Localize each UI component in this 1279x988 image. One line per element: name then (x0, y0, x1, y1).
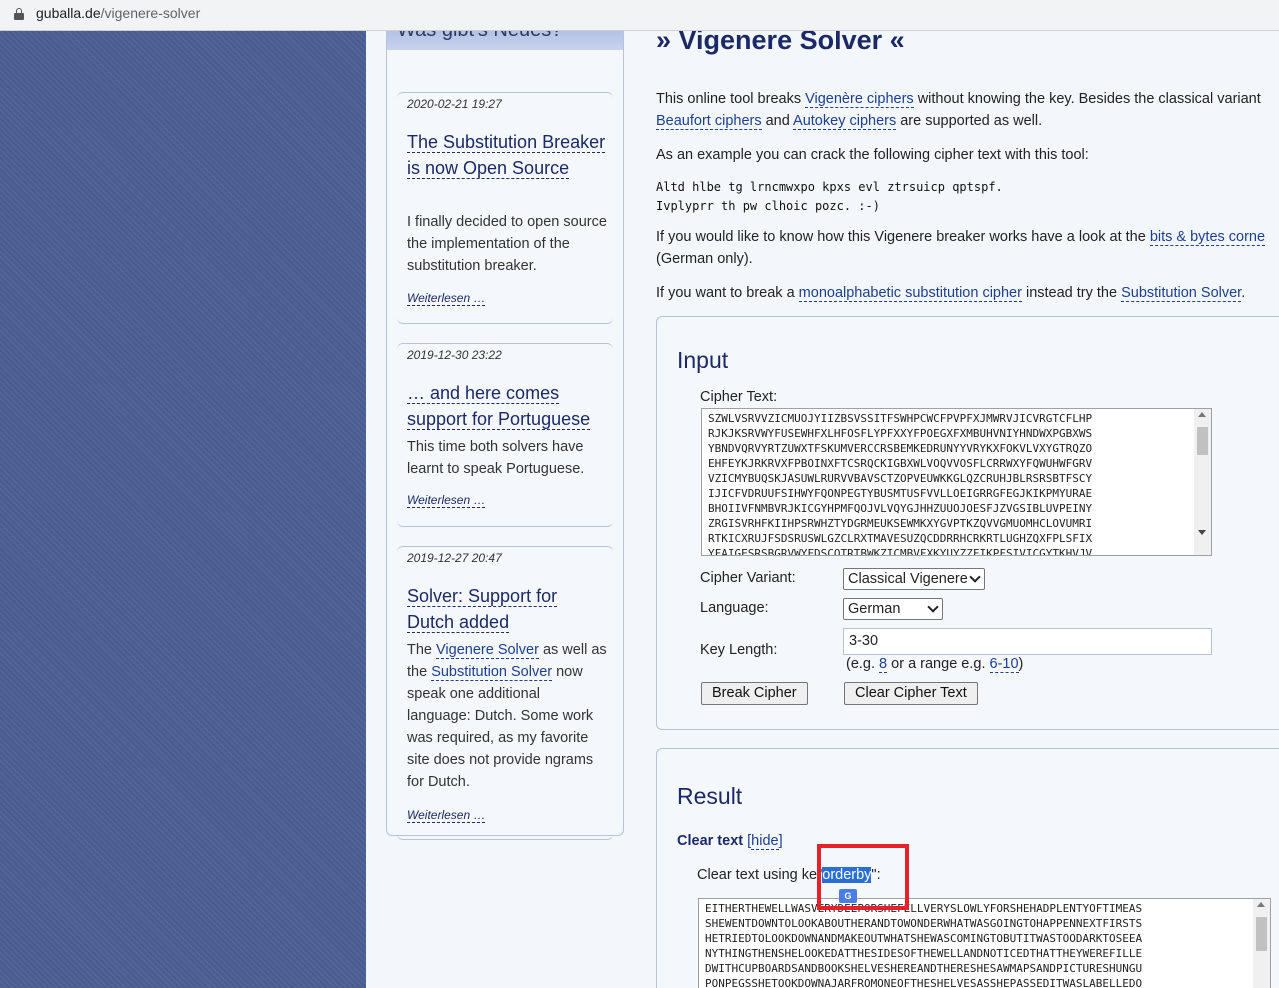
news-body: I finally decided to open source the imp… (407, 214, 607, 274)
read-more-link[interactable]: Weiterlesen … (407, 291, 486, 306)
news-item: 2019-12-30 23:22 … and here comes suppor… (397, 343, 613, 527)
news-title[interactable]: The Substitution Breaker is now Open Sou… (407, 129, 607, 181)
scroll-down-icon[interactable] (1198, 530, 1206, 535)
news-date: 2020-02-21 19:27 (407, 97, 502, 111)
vigenere-solver-link[interactable]: Vigenere Solver (436, 642, 539, 659)
vigenere-ciphers-link[interactable]: Vigenère ciphers (805, 91, 914, 108)
cipher-text-area[interactable]: SZWLVSRVVZICMUOJYIIZBSVSSITFSWHPCWCFPVPF… (701, 408, 1212, 556)
clear-text-label: Clear text [hide] (677, 833, 783, 850)
url-path: /vigenere-solver (100, 5, 201, 21)
german-only-note: (German only). (656, 251, 753, 267)
clear-text-area[interactable]: EITHERTHEWELLWASVERYDEEPORSHEFELLVERYSLO… (698, 898, 1271, 988)
highlight-annotation-box (817, 844, 909, 910)
cipher-text-scrollbar[interactable] (1194, 409, 1211, 555)
cipher-variant-select[interactable]: Classical Vigenere (843, 568, 985, 590)
substitution-solver-link[interactable]: Substitution Solver (1121, 285, 1242, 302)
url-host: guballa.de (36, 5, 101, 21)
scroll-thumb[interactable] (1256, 917, 1267, 951)
intro-line-2: Beaufort ciphers and Autokey ciphers are… (656, 113, 1043, 130)
url-text[interactable]: guballa.de/vigenere-solver (36, 5, 200, 21)
result-heading: Result (677, 783, 743, 809)
key-length-hint: (e.g. 8 or a range e.g. 6-10) (846, 656, 1024, 673)
news-sidebar: Was gibt's Neues? 2020-02-21 19:27 The S… (386, 31, 624, 840)
intro-line-1: This online tool breaks Vigenère ciphers… (656, 91, 1261, 108)
example-8-link[interactable]: 8 (879, 656, 888, 673)
news-body: The Vigenere Solver as well as the Subst… (407, 642, 607, 790)
scroll-up-icon[interactable] (1257, 902, 1265, 907)
news-body: This time both solvers have learnt to sp… (407, 439, 585, 477)
cipher-text-content: SZWLVSRVVZICMUOJYIIZBSVSSITFSWHPCWCFPVPF… (708, 412, 1093, 556)
news-date: 2019-12-30 23:22 (407, 348, 502, 362)
cipher-text-label: Cipher Text: (700, 389, 778, 405)
break-cipher-button[interactable]: Break Cipher (701, 682, 808, 705)
scroll-up-icon[interactable] (1198, 412, 1206, 417)
substitution-hint: If you want to break a monoalphabetic su… (656, 285, 1246, 302)
news-title[interactable]: … and here comes support for Portuguese (407, 380, 607, 432)
key-length-input[interactable]: 3-30 (843, 628, 1212, 655)
cipher-variant-label: Cipher Variant: (700, 570, 796, 586)
news-item: 2020-02-21 19:27 The Substitution Breake… (397, 92, 613, 324)
page-content: Was gibt's Neues? 2020-02-21 19:27 The S… (366, 31, 1279, 988)
read-more-link[interactable]: Weiterlesen … (407, 493, 486, 508)
clear-cipher-text-button[interactable]: Clear Cipher Text (844, 682, 978, 705)
clear-text-scrollbar[interactable] (1253, 899, 1270, 988)
how-it-works-line: If you would like to know how this Vigen… (656, 229, 1266, 246)
substitution-solver-link[interactable]: Substitution Solver (431, 664, 553, 681)
page-title: » Vigenere Solver « (656, 31, 905, 55)
hide-link[interactable]: hide (751, 833, 779, 850)
input-heading: Input (677, 347, 729, 373)
scroll-thumb[interactable] (1197, 427, 1208, 455)
bits-bytes-corner-link[interactable]: bits & bytes corne (1149, 229, 1266, 246)
result-panel: Result Clear text [hide] Clear text usin… (656, 748, 1279, 988)
clear-text-content: EITHERTHEWELLWASVERYDEEPORSHEFELLVERYSLO… (705, 902, 1143, 988)
monoalphabetic-cipher-link[interactable]: monoalphabetic substitution cipher (798, 285, 1022, 302)
key-length-label: Key Length: (700, 642, 778, 658)
example-cipher-line-2: Ivplyprr th pw clhoic pozc. :-) (656, 199, 880, 213)
browser-address-bar[interactable]: guballa.de/vigenere-solver (0, 0, 1279, 31)
news-title[interactable]: Solver: Support for Dutch added (407, 583, 607, 635)
language-label: Language: (700, 600, 769, 616)
news-date: 2019-12-27 20:47 (407, 551, 502, 565)
beaufort-ciphers-link[interactable]: Beaufort ciphers (656, 113, 762, 130)
read-more-link[interactable]: Weiterlesen … (407, 808, 486, 823)
lock-icon[interactable] (14, 8, 24, 20)
news-item: 2019-12-27 20:47 Solver: Support for Dut… (397, 546, 613, 840)
example-intro: As an example you can crack the followin… (656, 147, 1089, 163)
chevron-down-icon (969, 571, 981, 583)
language-select[interactable]: German (843, 598, 943, 620)
page-background-band (0, 31, 366, 988)
input-panel: Input Cipher Text: SZWLVSRVVZICMUOJYIIZB… (656, 316, 1279, 730)
chevron-down-icon (927, 601, 939, 613)
example-cipher-line-1: Altd hlbe tg lrncmwxpo kpxs evl ztrsuicp… (656, 180, 1003, 194)
news-heading: Was gibt's Neues? (387, 31, 623, 50)
autokey-ciphers-link[interactable]: Autokey ciphers (793, 113, 897, 130)
example-range-link[interactable]: 6-10 (989, 656, 1019, 673)
